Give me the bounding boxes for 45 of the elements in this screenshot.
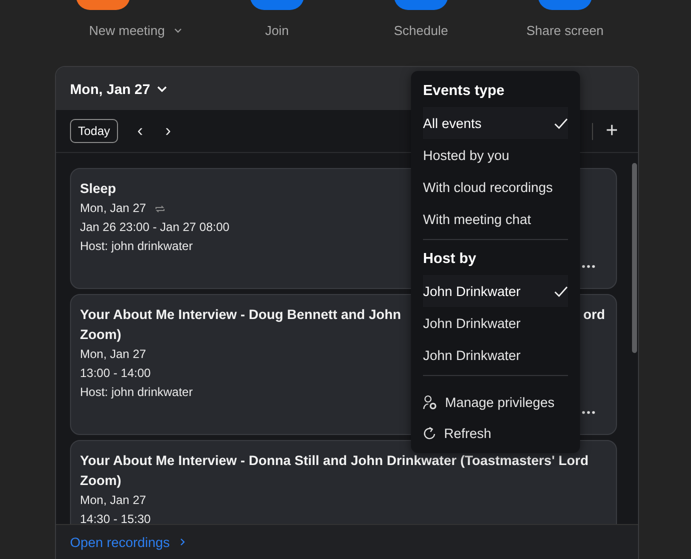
chevron-right-icon[interactable] [180, 538, 185, 546]
event-time: 14:30 - 15:30 [80, 511, 151, 524]
event-card[interactable]: Your About Me Interview - Donna Still and John Drinkwater (Toastmasters' Lord Zoom) Mon, Jan 27 14:30 - 15:30 [70, 440, 617, 524]
check-icon [554, 286, 568, 296]
event-title: Zoom) [80, 472, 122, 490]
action-label: Join [265, 23, 289, 38]
menu-item[interactable]: All events [423, 107, 568, 139]
menu-item[interactable]: Manage privileges [423, 387, 568, 418]
menu-item[interactable]: John Drinkwater [423, 339, 568, 371]
today-button[interactable]: Today [70, 119, 118, 143]
menu-item[interactable]: With cloud recordings [423, 171, 568, 203]
action-label: New meeting [89, 23, 165, 38]
next-button[interactable]: › [162, 121, 174, 141]
event-title: Your About Me Interview - Doug Bennett and John [80, 306, 401, 324]
event-title: Sleep [80, 180, 116, 198]
menu-item[interactable]: John Drinkwater [423, 275, 568, 307]
event-title: Zoom) [80, 326, 122, 344]
action-label: Share screen [526, 23, 604, 38]
scrollbar[interactable] [632, 163, 637, 353]
event-title: ord [583, 306, 605, 324]
add-button[interactable]: + [606, 119, 618, 143]
event-host: Host: john drinkwater [80, 384, 193, 401]
user-gear-icon [423, 395, 437, 410]
previous-button[interactable]: ‹ [134, 121, 146, 141]
refresh-icon [423, 427, 436, 440]
action-label: Schedule [394, 23, 448, 38]
check-icon [554, 118, 568, 128]
repeat-icon [154, 204, 166, 214]
menu-heading: Events type [423, 83, 506, 101]
more-icon[interactable] [582, 411, 595, 414]
event-host: Host: john drinkwater [80, 238, 193, 255]
event-title: Your About Me Interview - Donna Still and John Drinkwater (Toastmasters' Lord [80, 452, 589, 470]
date-title[interactable]: Mon, Jan 27 [70, 80, 150, 96]
event-time: 13:00 - 14:00 [80, 365, 151, 382]
event-date: Mon, Jan 27 [80, 492, 146, 509]
menu-heading: Host by [423, 251, 478, 269]
event-date: Mon, Jan 27 [80, 200, 146, 217]
open-recordings-link[interactable]: Open recordings [70, 534, 170, 550]
menu-item[interactable]: Hosted by you [423, 139, 568, 171]
event-time: Jan 26 23:00 - Jan 27 08:00 [80, 219, 230, 236]
menu-item[interactable]: John Drinkwater [423, 307, 568, 339]
more-icon[interactable] [582, 265, 595, 268]
menu-item[interactable]: With meeting chat [423, 203, 568, 235]
chevron-down-icon[interactable] [174, 28, 182, 33]
event-date: Mon, Jan 27 [80, 346, 146, 363]
